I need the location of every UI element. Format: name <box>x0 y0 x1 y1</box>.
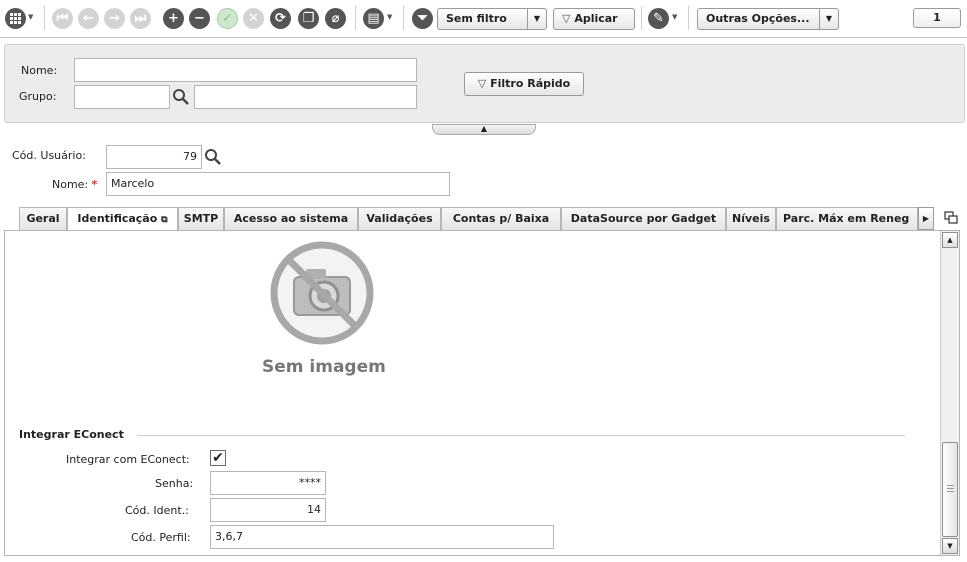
copy-icon[interactable]: ❐ <box>298 8 319 29</box>
refresh-icon[interactable]: ⟳ <box>270 8 291 29</box>
first-record-icon[interactable]: ⏮ <box>52 8 73 29</box>
no-image-camera-icon <box>270 241 374 345</box>
quick-filter-label: Filtro Rápido <box>490 77 571 90</box>
tab-scroll-right-button[interactable]: ▶ <box>918 207 934 230</box>
integrate-checkbox[interactable]: ✔ <box>210 450 226 466</box>
tab-smtp[interactable]: SMTP <box>178 207 224 231</box>
section-divider <box>137 435 905 436</box>
filter-select-caret[interactable]: ▼ <box>527 8 547 30</box>
no-image-label: Sem imagem <box>262 357 386 377</box>
remove-icon[interactable]: − <box>189 8 210 29</box>
user-code-input[interactable]: 79 <box>106 145 202 169</box>
toolbar-divider <box>355 6 356 30</box>
quick-filter-button[interactable]: ▽ Filtro Rápido <box>464 72 584 96</box>
tab-validacoes[interactable]: Validações <box>358 207 441 231</box>
chevron-right-icon: ▶ <box>922 214 930 223</box>
windows-icon[interactable] <box>944 211 958 225</box>
filter-name-label: Nome: <box>21 64 58 77</box>
tab-acesso-ao-sistema[interactable]: Acesso ao sistema <box>224 207 358 231</box>
funnel-icon: ▽ <box>562 12 571 25</box>
previous-record-icon[interactable]: ← <box>78 8 99 29</box>
tab-datasource-por-gadget[interactable]: DataSource por Gadget <box>561 207 726 231</box>
filter-icon[interactable]: ⏷ <box>412 8 433 29</box>
tab-niveis[interactable]: Níveis <box>726 207 776 231</box>
cancel-icon[interactable]: ✕ <box>243 8 264 29</box>
user-code-label: Cód. Usuário: <box>12 149 86 162</box>
document-icon[interactable]: ▤ <box>363 8 384 29</box>
ident-code-label: Cód. Ident.: <box>125 504 189 517</box>
ident-code-input[interactable]: 14 <box>210 498 326 522</box>
chevron-down-icon[interactable]: ▼ <box>387 13 392 21</box>
grip-icon <box>947 485 954 486</box>
tab-contas-p-baixa[interactable]: Contas p/ Baixa <box>441 207 561 231</box>
chevron-down-icon[interactable]: ▼ <box>28 13 33 21</box>
tab-identificacao-label: Identificação <box>77 212 158 225</box>
confirm-icon[interactable]: ✓ <box>217 8 238 29</box>
checkmark-icon: ✔ <box>212 450 224 466</box>
filter-name-input[interactable] <box>74 58 417 82</box>
toolbar-divider <box>44 6 45 30</box>
apply-button-label: Aplicar <box>574 12 618 25</box>
wrench-icon[interactable]: ✎ <box>648 8 669 29</box>
password-input[interactable]: **** <box>210 471 326 495</box>
filter-group-code-input[interactable] <box>74 85 170 109</box>
section-title-integrar-econect: Integrar EConect <box>19 428 124 441</box>
user-name-label-text: Nome: <box>52 178 89 191</box>
popout-icon[interactable]: ⧉ <box>161 215 167 225</box>
profile-code-input[interactable]: 3,6,7 <box>210 525 554 549</box>
search-icon[interactable] <box>204 148 222 166</box>
collapse-panel-handle[interactable]: ▲ <box>432 124 536 135</box>
apply-button[interactable]: ▽ Aplicar <box>553 8 635 30</box>
toolbar-divider <box>641 6 642 30</box>
more-options-caret[interactable]: ▼ <box>819 8 839 30</box>
more-options-select[interactable]: Outras Opções... <box>697 8 819 30</box>
filter-group-label: Grupo: <box>19 90 57 103</box>
filter-select[interactable]: Sem filtro <box>437 8 527 30</box>
toolbar: ▼ ⏮ ← → ⏭ + − ✓ ✕ ⟳ ❐ ⌀ ▤ ▼ ⏷ Sem filtro… <box>0 0 967 38</box>
profile-code-label: Cód. Perfil: <box>131 531 191 544</box>
attachment-icon[interactable]: ⌀ <box>325 8 346 29</box>
tab-identificacao[interactable]: Identificação ⧉ <box>67 207 178 232</box>
scroll-down-button[interactable]: ▼ <box>942 538 958 554</box>
toolbar-divider <box>403 6 404 30</box>
user-name-label: Nome: * <box>52 178 97 191</box>
scrollbar-thumb[interactable] <box>942 442 958 537</box>
scroll-up-button[interactable]: ▲ <box>942 232 958 248</box>
last-record-icon[interactable]: ⏭ <box>130 8 151 29</box>
required-marker: * <box>91 178 98 191</box>
funnel-icon: ▽ <box>477 77 487 90</box>
vertical-scrollbar[interactable]: ▲ ▼ <box>940 231 959 555</box>
password-label: Senha: <box>155 477 194 490</box>
filter-group-desc-input[interactable] <box>194 85 417 109</box>
grid-menu-icon[interactable] <box>5 8 26 29</box>
search-icon[interactable] <box>172 88 190 106</box>
tab-geral[interactable]: Geral <box>19 207 67 231</box>
tab-parc-max-em-reneg[interactable]: Parc. Máx em Reneg <box>776 207 918 231</box>
chevron-down-icon[interactable]: ▼ <box>672 13 677 21</box>
integrate-label: Integrar com EConect: <box>66 453 190 466</box>
page-counter[interactable]: 1 <box>913 8 961 28</box>
chevron-up-icon: ▲ <box>480 124 488 133</box>
add-icon[interactable]: + <box>163 8 184 29</box>
toolbar-divider <box>688 6 689 30</box>
user-name-input[interactable]: Marcelo <box>106 172 450 196</box>
next-record-icon[interactable]: → <box>104 8 125 29</box>
